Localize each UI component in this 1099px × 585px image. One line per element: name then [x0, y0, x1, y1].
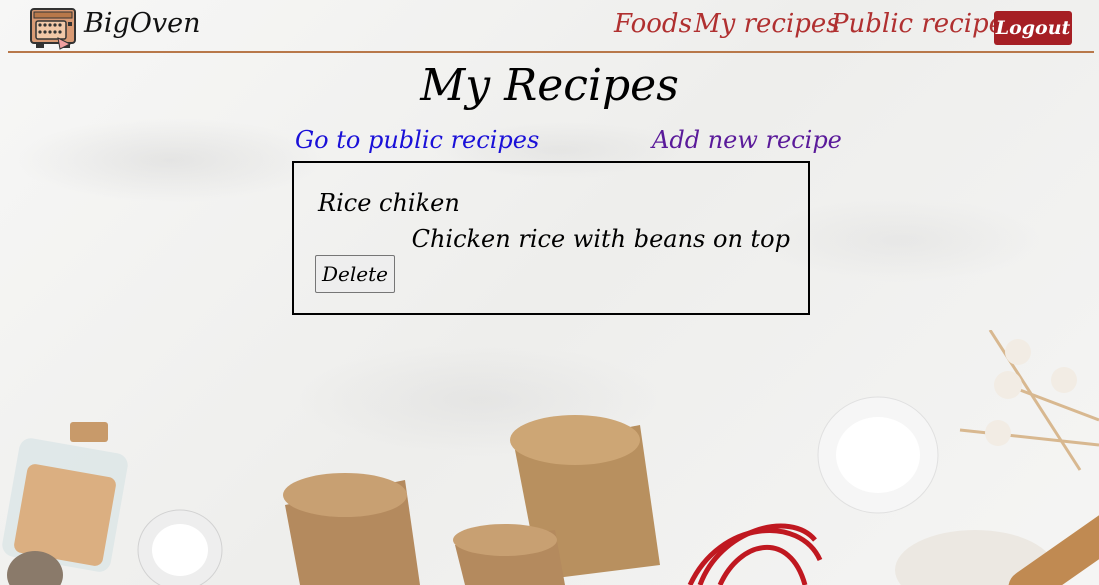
public-recipes-link[interactable]: Go to public recipes [295, 126, 539, 154]
add-recipe-link[interactable]: Add new recipe [652, 126, 842, 154]
nav-link-public-recipes[interactable]: Public recipes [831, 9, 1017, 39]
baking-decor-image [2, 330, 1099, 585]
delete-button[interactable]: Delete [315, 255, 395, 293]
brand-name[interactable]: BigOven [84, 8, 201, 39]
recipe-name: Rice chiken [318, 189, 460, 217]
nav-link-my-recipes[interactable]: My recipes [694, 9, 840, 39]
nav-link-foods[interactable]: Foods [614, 9, 692, 39]
navbar: BigOven Foods My recipes Public recipes … [8, 0, 1094, 53]
spice-jar-image [2, 422, 128, 572]
paper-cups-image [283, 415, 660, 585]
recipe-card: Rice chiken Chicken rice with beans on t… [292, 161, 810, 315]
page-title: My Recipes [420, 60, 679, 111]
milk-cup-image [817, 396, 939, 514]
logout-button[interactable]: Logout [994, 11, 1072, 45]
oven-icon[interactable] [30, 8, 76, 50]
recipe-description: Chicken rice with beans on top [411, 225, 790, 253]
whisk-image [687, 523, 823, 585]
